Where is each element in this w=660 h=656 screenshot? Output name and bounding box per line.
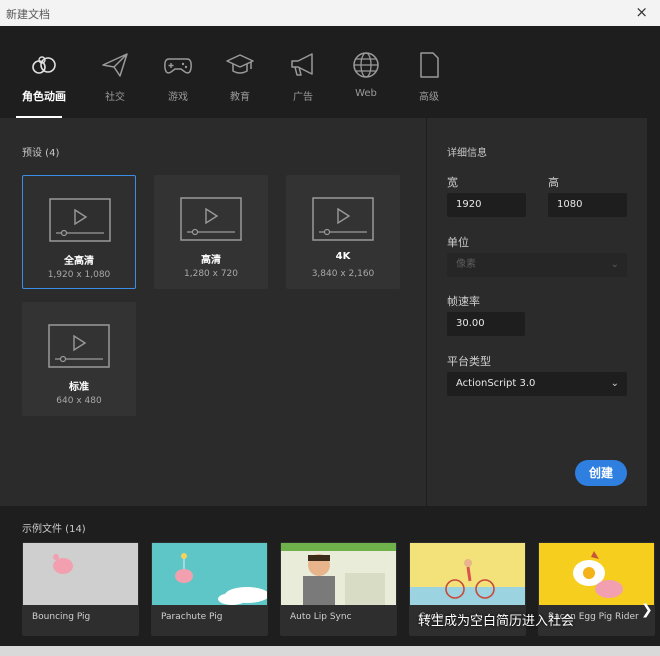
details-heading: 详细信息 — [447, 148, 487, 159]
chevron-down-icon: ⌄ — [610, 378, 619, 389]
new-document-dialog: 角色动画 社交 游戏 教育 广告 Web 高级 预设 (4) 全高清 1,920… — [0, 26, 660, 656]
create-button[interactable]: 创建 — [575, 460, 627, 486]
width-field[interactable]: 1920 — [447, 193, 526, 217]
preset-hd[interactable]: 高清 1,280 x 720 — [154, 175, 268, 289]
character-animation-icon — [32, 56, 56, 74]
sample-thumbnail — [410, 543, 525, 605]
tab-education[interactable]: 教育 — [210, 50, 270, 103]
sample-thumbnail — [23, 543, 138, 605]
chevron-down-icon: ⌄ — [610, 259, 619, 270]
tab-web[interactable]: Web — [336, 50, 396, 99]
video-icon — [312, 197, 374, 241]
window-title: 新建文档 — [6, 8, 50, 21]
sample-thumbnail — [281, 543, 396, 605]
height-field[interactable]: 1080 — [548, 193, 627, 217]
preset-name: 全高清 — [64, 256, 94, 267]
tab-label: 游戏 — [168, 92, 188, 103]
samples-heading: 示例文件 (14) — [22, 524, 86, 535]
details-panel: 详细信息 宽 1920 高 1080 单位 像素 ⌄ 帧速率 30.00 平台类… — [427, 118, 647, 506]
tab-label: Web — [355, 88, 377, 99]
taskbar — [0, 646, 660, 656]
tab-label: 社交 — [105, 92, 125, 103]
frame-rate-label: 帧速率 — [447, 295, 480, 308]
preset-name: 标准 — [69, 382, 89, 393]
sample-thumbnail — [539, 543, 654, 605]
sample-auto-lip-sync[interactable]: Auto Lip Sync — [280, 542, 397, 636]
presets-panel: 预设 (4) 全高清 1,920 x 1,080 高清 1,280 x 720 — [0, 118, 426, 506]
close-icon[interactable]: × — [635, 3, 648, 21]
tab-character-animation[interactable]: 角色动画 — [14, 50, 74, 118]
video-icon — [180, 197, 242, 241]
sample-thumbnail — [152, 543, 267, 605]
video-icon — [49, 198, 111, 242]
unit-value: 像素 — [456, 259, 476, 270]
width-label: 宽 — [447, 176, 458, 189]
presets-heading: 预设 (4) — [22, 148, 60, 159]
tab-advanced[interactable]: 高级 — [399, 50, 459, 103]
sample-bouncing-pig[interactable]: Bouncing Pig — [22, 542, 139, 636]
chevron-right-icon[interactable]: ❯ — [641, 602, 653, 618]
preset-dimensions: 640 x 480 — [56, 396, 102, 406]
sample-label: Bouncing Pig — [32, 612, 91, 622]
globe-icon — [353, 52, 379, 78]
category-tabs: 角色动画 社交 游戏 教育 广告 Web 高级 — [0, 26, 660, 118]
preset-name: 4K — [335, 251, 351, 262]
preset-name: 高清 — [201, 255, 221, 266]
preset-dimensions: 1,920 x 1,080 — [47, 270, 111, 280]
tab-social[interactable]: 社交 — [85, 50, 145, 103]
platform-value: ActionScript 3.0 — [456, 378, 536, 389]
preset-full-hd[interactable]: 全高清 1,920 x 1,080 — [22, 175, 136, 289]
tab-label: 教育 — [230, 92, 250, 103]
tab-games[interactable]: 游戏 — [148, 50, 208, 103]
gamepad-icon — [164, 58, 192, 74]
title-bar: 新建文档 × — [0, 0, 660, 27]
video-icon — [48, 324, 110, 368]
unit-select[interactable]: 像素 ⌄ — [447, 253, 627, 277]
preset-dimensions: 1,280 x 720 — [184, 269, 238, 279]
megaphone-icon — [291, 53, 313, 76]
tab-label: 广告 — [293, 92, 313, 103]
paper-plane-icon — [102, 53, 128, 77]
height-label: 高 — [548, 176, 559, 189]
sample-label: Auto Lip Sync — [290, 612, 352, 622]
tab-label: 高级 — [419, 92, 439, 103]
unit-label: 单位 — [447, 236, 469, 249]
sample-label: Parachute Pig — [161, 612, 223, 622]
tab-label: 角色动画 — [22, 90, 66, 103]
platform-label: 平台类型 — [447, 355, 491, 368]
document-icon — [420, 52, 439, 78]
preset-dimensions: 3,840 x 2,160 — [311, 269, 375, 279]
watermark-text: 转生成为空白简历进入社会 — [418, 614, 575, 629]
preset-4k[interactable]: 4K 3,840 x 2,160 — [286, 175, 400, 289]
platform-select[interactable]: ActionScript 3.0 ⌄ — [447, 372, 627, 396]
preset-standard[interactable]: 标准 640 x 480 — [22, 302, 136, 416]
frame-rate-field[interactable]: 30.00 — [447, 312, 525, 336]
graduation-cap-icon — [226, 54, 254, 74]
sample-files-section: 示例文件 (14) Bouncing Pig Parachute Pig Aut… — [0, 506, 660, 656]
sample-parachute-pig[interactable]: Parachute Pig — [151, 542, 268, 636]
tab-advertising[interactable]: 广告 — [273, 50, 333, 103]
